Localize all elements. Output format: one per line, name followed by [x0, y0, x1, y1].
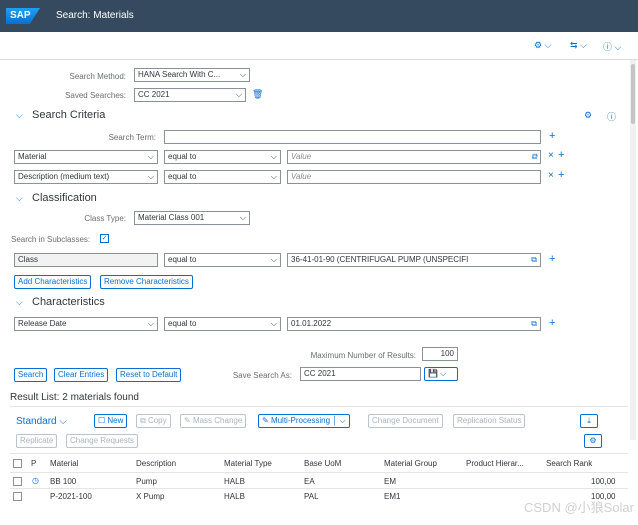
scrollbar[interactable]: [630, 60, 636, 440]
new-button[interactable]: ☐ New: [94, 414, 128, 428]
row-checkbox[interactable]: [13, 492, 22, 501]
class-type-select[interactable]: Material Class 001 ⌵: [134, 211, 250, 225]
chevron-down-icon[interactable]: ⌵: [16, 297, 23, 308]
criteria-operator-select[interactable]: equal to ⌵: [164, 170, 281, 184]
class-field: Class: [14, 253, 158, 267]
table-cell: X Pump: [136, 492, 165, 501]
saved-searches-label: Saved Searches:: [65, 91, 126, 100]
chevron-down-icon: ⌵: [239, 70, 246, 79]
table-cell: Pump: [136, 477, 157, 486]
reset-default-button[interactable]: Reset to Default: [116, 368, 182, 382]
criteria-value-input[interactable]: Value: [287, 170, 541, 184]
table-cell: PAL: [304, 492, 319, 501]
table-cell: EA: [304, 477, 315, 486]
material-link[interactable]: P-2021-100: [50, 492, 92, 501]
table-settings-icon[interactable]: ⚙: [584, 434, 602, 448]
col-header[interactable]: Base UoM: [304, 459, 341, 468]
variant-select[interactable]: Standard ⌵: [16, 416, 67, 427]
save-search-label: Save Search As:: [232, 371, 292, 380]
criteria-field-select[interactable]: Description (medium text) ⌵: [14, 170, 158, 184]
gear-icon[interactable]: ⚙: [584, 110, 592, 121]
clear-entries-button[interactable]: Clear Entries: [54, 368, 109, 382]
search-method-select[interactable]: HANA Search With C... ⌵: [134, 68, 250, 82]
replication-status-button[interactable]: Replication Status: [453, 414, 526, 428]
characteristic-field-select[interactable]: Release Date ⌵: [14, 317, 158, 331]
app-title: Search: Materials: [56, 10, 134, 21]
criteria-value-input[interactable]: Value ⧉: [287, 150, 541, 164]
subclasses-checkbox[interactable]: ✓: [100, 234, 109, 243]
save-icon[interactable]: 💾 ⌵: [424, 367, 458, 381]
characteristic-value-input[interactable]: 01.01.2022 ⧉: [287, 317, 541, 331]
transport-icon[interactable]: ⇆ ⌵: [570, 40, 587, 51]
add-characteristics-button[interactable]: Add Characteristics: [14, 275, 92, 289]
add-icon[interactable]: +: [558, 149, 564, 161]
replicate-button[interactable]: Replicate: [16, 434, 58, 448]
col-header[interactable]: Description: [136, 459, 176, 468]
result-list-title: Result List: 2 materials found: [10, 392, 139, 403]
search-method-label: Search Method:: [69, 72, 126, 81]
remove-row-icon[interactable]: ×: [548, 170, 554, 181]
table-cell: EM1: [384, 492, 401, 501]
table-cell: EM: [384, 477, 396, 486]
chevron-down-icon: ⌵: [235, 90, 242, 99]
row-checkbox[interactable]: [13, 477, 22, 486]
chevron-down-icon[interactable]: ⌵: [16, 110, 23, 121]
max-results-input[interactable]: 100: [422, 347, 458, 361]
help-icon[interactable]: ⓘ: [607, 110, 616, 123]
search-term-input[interactable]: [164, 130, 541, 144]
material-link[interactable]: BB 100: [50, 477, 76, 486]
col-header[interactable]: Search Rank: [546, 459, 592, 468]
saved-searches-select[interactable]: CC 2021 ⌵: [134, 88, 246, 102]
max-results-label: Maximum Number of Results:: [310, 351, 416, 360]
chevron-down-icon[interactable]: ⌵: [16, 193, 23, 204]
table-cell: HALB: [224, 477, 245, 486]
class-type-label: Class Type:: [84, 214, 126, 223]
search-button[interactable]: Search: [14, 368, 48, 382]
change-requests-button[interactable]: Change Requests: [66, 434, 139, 448]
value-help-icon[interactable]: ⧉: [531, 151, 537, 163]
remove-characteristics-button[interactable]: Remove Characteristics: [100, 275, 193, 289]
help-icon[interactable]: ⓘ ⌵: [603, 40, 621, 53]
add-icon[interactable]: +: [549, 130, 555, 142]
export-icon[interactable]: ⤓: [580, 414, 598, 428]
copy-button[interactable]: ⧉ Copy: [136, 414, 171, 428]
gear-icon[interactable]: ⚙ ⌵: [534, 40, 551, 51]
criteria-operator-select[interactable]: equal to ⌵: [164, 150, 281, 164]
search-criteria-title: Search Criteria: [32, 109, 106, 121]
col-header[interactable]: Material Group: [384, 459, 437, 468]
col-header[interactable]: Material Type: [224, 459, 272, 468]
class-value-input[interactable]: 36-41-01-90 (CENTRIFUGAL PUMP (UNSPECIFI…: [287, 253, 541, 267]
multi-processing-button[interactable]: ✎ Multi-Processing │ ⌵: [258, 414, 350, 428]
classification-title: Classification: [32, 192, 97, 204]
table-cell: 100,00: [591, 477, 616, 486]
add-icon[interactable]: +: [549, 253, 555, 265]
add-icon[interactable]: +: [558, 169, 564, 181]
select-all-checkbox[interactable]: [13, 459, 22, 468]
change-document-button[interactable]: Change Document: [368, 414, 443, 428]
col-header[interactable]: P: [31, 459, 36, 468]
table-cell: HALB: [224, 492, 245, 501]
col-header[interactable]: Material: [50, 459, 78, 468]
save-search-input[interactable]: CC 2021: [300, 367, 421, 381]
criteria-field-select[interactable]: Material ⌵: [14, 150, 158, 164]
mass-change-button[interactable]: ✎ Mass Change: [180, 414, 247, 428]
watermark: CSDN @小狼Solar: [524, 500, 634, 515]
search-term-label: Search Term:: [108, 133, 156, 142]
trash-icon[interactable]: 🗑: [252, 89, 263, 100]
col-header[interactable]: Product Hierar...: [466, 459, 524, 468]
add-icon[interactable]: +: [549, 317, 555, 329]
remove-row-icon[interactable]: ×: [548, 150, 554, 161]
characteristics-title: Characteristics: [32, 296, 105, 308]
characteristic-operator-select[interactable]: equal to ⌵: [164, 317, 281, 331]
subclasses-label: Search in Subclasses:: [11, 235, 91, 244]
clock-icon: ◷: [32, 476, 39, 485]
class-operator-select[interactable]: equal to ⌵: [164, 253, 281, 267]
